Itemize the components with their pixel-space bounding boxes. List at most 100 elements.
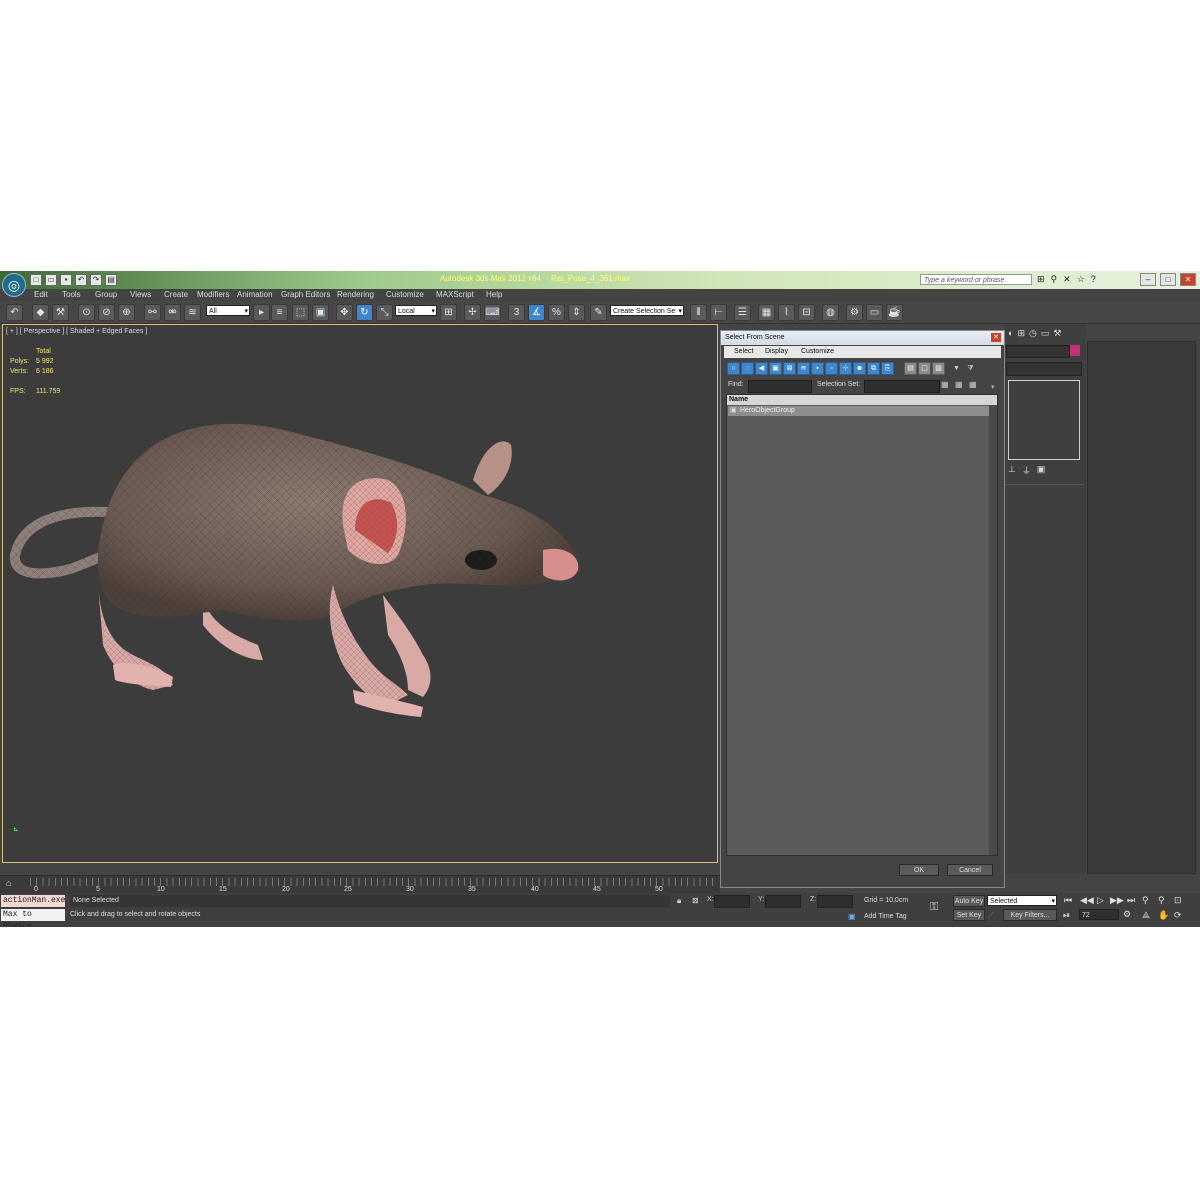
find-input[interactable]: [748, 380, 812, 393]
display-geometry-icon[interactable]: ○: [727, 362, 740, 375]
menu-rendering[interactable]: Rendering: [337, 290, 374, 299]
layer-manager-icon[interactable]: ☰: [734, 304, 751, 321]
reference-coordinate-dropdown[interactable]: Local: [395, 305, 437, 317]
display-frozen-icon[interactable]: ⧉: [867, 362, 880, 375]
pivot-center-icon[interactable]: ⊞: [440, 304, 457, 321]
display-xrefs-icon[interactable]: ▫: [825, 362, 838, 375]
keyboard-shortcut-override-icon[interactable]: ⌨: [484, 304, 501, 321]
perspective-viewport[interactable]: [ + ] [ Perspective ] [ Shaded + Edged F…: [2, 324, 718, 863]
close-button[interactable]: ✕: [1180, 273, 1196, 286]
selection-set-icon-1[interactable]: ▦: [941, 380, 949, 389]
time-configuration-icon[interactable]: ⚙: [1123, 909, 1131, 920]
bind-icon[interactable]: ⚒: [52, 304, 69, 321]
render-production-icon[interactable]: ☕: [886, 304, 903, 321]
mirror-icon[interactable]: ⫴: [690, 304, 707, 321]
list-scrollbar[interactable]: [989, 405, 997, 855]
go-to-start-icon[interactable]: ⏮: [1064, 895, 1072, 906]
menu-tools[interactable]: Tools: [62, 290, 81, 299]
maximize-button[interactable]: □: [1160, 273, 1176, 286]
y-coordinate-field[interactable]: [765, 895, 801, 908]
configure-modifier-sets-icon[interactable]: ▣: [1037, 464, 1046, 477]
modifier-list-dropdown[interactable]: [1006, 362, 1082, 376]
app-logo-icon[interactable]: ◎: [2, 273, 26, 297]
angle-snap-icon[interactable]: ∡: [528, 304, 545, 321]
show-end-result-icon[interactable]: ⏚: [1022, 464, 1031, 477]
menu-group[interactable]: Group: [95, 290, 117, 299]
select-scale-icon[interactable]: ⤡: [376, 304, 393, 321]
new-icon[interactable]: □: [30, 274, 42, 286]
subscription-icon[interactable]: ⚲: [1051, 274, 1058, 285]
object-color-swatch[interactable]: [1070, 345, 1080, 356]
menu-edit[interactable]: Edit: [34, 290, 48, 299]
curve-editor-icon[interactable]: ⌇: [778, 304, 795, 321]
help-search-input[interactable]: Type a keyword or phrase: [920, 274, 1032, 285]
select-invert-icon[interactable]: ▥: [932, 362, 945, 375]
select-rotate-icon[interactable]: ↻: [356, 304, 373, 321]
absolute-mode-icon[interactable]: ⊠: [692, 896, 699, 905]
menu-create[interactable]: Create: [164, 290, 188, 299]
selection-set-dropdown[interactable]: [864, 380, 940, 393]
display-space-warps-icon[interactable]: ≋: [797, 362, 810, 375]
select-none-icon[interactable]: ▢: [918, 362, 931, 375]
filter-options-icon[interactable]: ⧩: [964, 362, 977, 375]
material-editor-icon[interactable]: ◍: [822, 304, 839, 321]
select-by-name-icon[interactable]: ≡: [271, 304, 288, 321]
next-frame-icon[interactable]: ▶▶: [1110, 895, 1124, 906]
menu-graph-editors[interactable]: Graph Editors: [281, 290, 330, 299]
field-of-view-icon[interactable]: ⟁: [1142, 910, 1150, 921]
percent-snap-icon[interactable]: %: [548, 304, 565, 321]
x-coordinate-field[interactable]: [714, 895, 750, 908]
utilities-tab-icon[interactable]: ⚒: [1053, 328, 1061, 340]
dialog-menu-display[interactable]: Display: [765, 348, 788, 355]
dialog-close-button[interactable]: ✕: [991, 333, 1001, 342]
select-manipulate-icon[interactable]: ✢: [464, 304, 481, 321]
display-bones-icon[interactable]: ⊹: [839, 362, 852, 375]
modifier-stack[interactable]: [1008, 380, 1080, 460]
auto-key-button[interactable]: Auto Key: [953, 895, 985, 907]
display-tab-icon[interactable]: ▭: [1041, 328, 1050, 340]
key-icon[interactable]: ⚿: [930, 901, 938, 914]
mini-curve-editor-icon[interactable]: ⌂: [6, 878, 11, 888]
time-slider[interactable]: ⌂ 0 5 10 15 20 25 30 35 40 45 50: [0, 875, 720, 894]
filter-icon[interactable]: ▼: [950, 362, 963, 375]
window-crossing-icon[interactable]: ▣: [312, 304, 329, 321]
menu-views[interactable]: Views: [130, 290, 151, 299]
bind-space-warp-icon[interactable]: ≋: [184, 304, 201, 321]
modify-tab-icon[interactable]: ◐: [1008, 328, 1013, 340]
select-object-icon[interactable]: ▸: [253, 304, 270, 321]
key-mode-toggle-icon[interactable]: ⏯: [1063, 910, 1070, 921]
cancel-button[interactable]: Cancel: [947, 864, 993, 876]
schematic-view-icon[interactable]: ⊟: [798, 304, 815, 321]
previous-frame-icon[interactable]: ◀◀: [1080, 895, 1094, 906]
binoculars-icon[interactable]: ⊞: [1037, 274, 1045, 285]
unlink-selection-icon[interactable]: ⚮: [164, 304, 181, 321]
undo-scene-icon[interactable]: ↶: [6, 304, 23, 321]
key-filter-icon[interactable]: ⟋: [988, 910, 994, 921]
select-move-icon[interactable]: ✥: [336, 304, 353, 321]
lock-selection-icon[interactable]: 🔒︎: [677, 896, 681, 906]
object-name-field[interactable]: [1006, 345, 1070, 358]
selection-filter-dropdown[interactable]: All: [206, 305, 250, 317]
display-cameras-icon[interactable]: ▣: [769, 362, 782, 375]
menu-maxscript[interactable]: MAXScript: [436, 290, 474, 299]
project-folder-icon[interactable]: ▤: [105, 274, 117, 286]
edit-named-selection-icon[interactable]: ✎: [590, 304, 607, 321]
zoom-icon[interactable]: ⚲: [1142, 895, 1149, 906]
play-icon[interactable]: ▷: [1097, 895, 1104, 906]
display-groups-icon[interactable]: ▪: [811, 362, 824, 375]
list-item[interactable]: ▣ HeroObjectGroup: [728, 406, 990, 416]
column-header-name[interactable]: Name: [727, 395, 997, 405]
expand-options-icon[interactable]: ▾: [991, 383, 995, 391]
select-link-icon[interactable]: ⚯: [144, 304, 161, 321]
align-icon[interactable]: ⊢: [710, 304, 727, 321]
space-warp-icon[interactable]: ⊕: [118, 304, 135, 321]
display-helpers-icon[interactable]: ⊠: [783, 362, 796, 375]
render-setup-icon[interactable]: ⚙: [846, 304, 863, 321]
maxscript-listener-line2[interactable]: Max to Physcs: [1, 909, 65, 927]
display-shapes-icon[interactable]: ◌: [741, 362, 754, 375]
redo-icon[interactable]: ↷: [90, 274, 102, 286]
pin-stack-icon[interactable]: ⊥: [1008, 464, 1016, 477]
hierarchy-tab-icon[interactable]: ⊞: [1017, 328, 1025, 340]
save-icon[interactable]: ▪: [60, 274, 72, 286]
motion-tab-icon[interactable]: ◷: [1029, 328, 1037, 340]
